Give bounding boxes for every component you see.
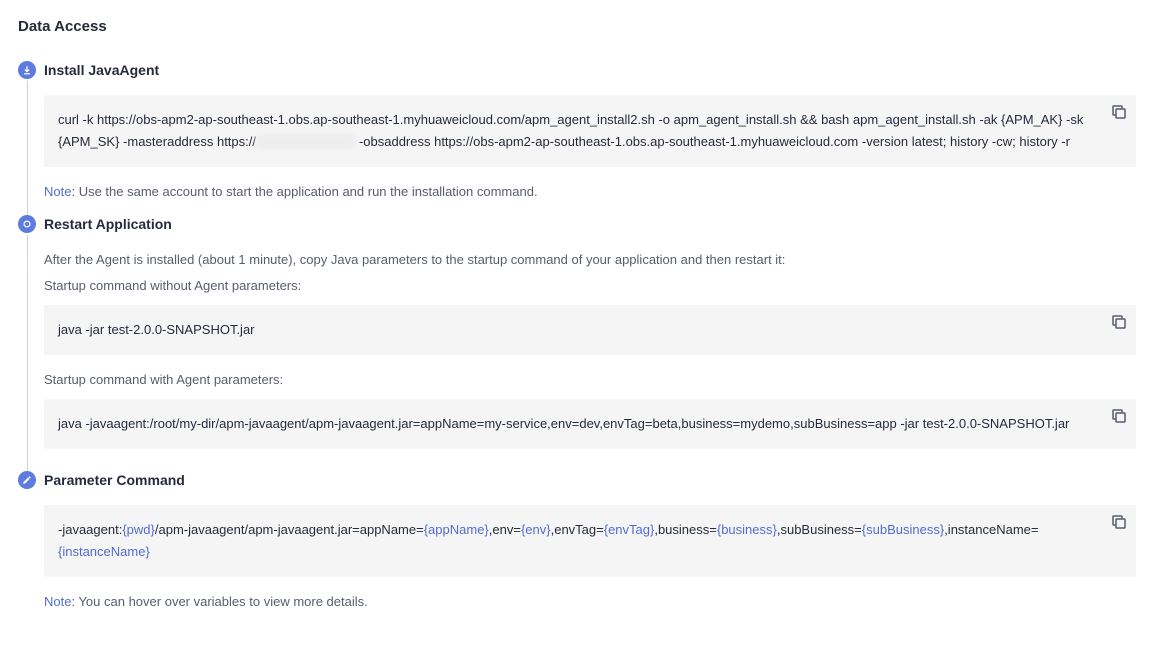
page-title: Data Access	[18, 18, 1136, 35]
parameter-variable[interactable]: {env}	[521, 522, 551, 537]
copy-icon[interactable]	[1110, 103, 1128, 121]
startup-without-block: java -jar test-2.0.0-SNAPSHOT.jar	[44, 305, 1136, 355]
step-install-javaagent: Install JavaAgent curl -k https://obs-ap…	[18, 61, 1136, 215]
parameter-variable[interactable]: {instanceName}	[58, 544, 150, 559]
note-label: Note	[44, 184, 71, 199]
install-note: Note: Use the same account to start the …	[44, 181, 1136, 203]
parameter-variable[interactable]: {appName}	[424, 522, 489, 537]
parameter-variable[interactable]: {subBusiness}	[862, 522, 944, 537]
refresh-icon	[18, 215, 36, 233]
edit-icon	[18, 471, 36, 489]
startup-without-label: Startup command without Agent parameters…	[44, 275, 1136, 297]
parameter-note: Note: You can hover over variables to vi…	[44, 591, 1136, 613]
parameter-variable[interactable]: {envTag}	[604, 522, 655, 537]
parameter-variable[interactable]: {business}	[717, 522, 777, 537]
install-command-text: curl -k https://obs-apm2-ap-southeast-1.…	[58, 112, 1083, 149]
copy-icon[interactable]	[1110, 407, 1128, 425]
restart-intro: After the Agent is installed (about 1 mi…	[44, 249, 1136, 271]
copy-icon[interactable]	[1110, 313, 1128, 331]
step-title: Restart Application	[44, 215, 1136, 233]
startup-with-label: Startup command with Agent parameters:	[44, 369, 1136, 391]
startup-without-text: java -jar test-2.0.0-SNAPSHOT.jar	[58, 322, 255, 337]
startup-with-block: java -javaagent:/root/my-dir/apm-javaage…	[44, 399, 1136, 449]
startup-with-text: java -javaagent:/root/my-dir/apm-javaage…	[58, 416, 1069, 431]
step-parameter-command: Parameter Command -javaagent:{pwd}/apm-j…	[18, 471, 1136, 625]
note-label: Note	[44, 594, 71, 609]
note-text: : You can hover over variables to view m…	[71, 594, 367, 609]
redacted-text: xxx.xxx.xxx.xxxx	[256, 134, 355, 149]
step-title: Parameter Command	[44, 471, 1136, 489]
steps-container: Install JavaAgent curl -k https://obs-ap…	[18, 61, 1136, 625]
parameter-command-text: -javaagent:{pwd}/apm-javaagent/apm-javaa…	[58, 522, 1039, 559]
download-icon	[18, 61, 36, 79]
note-text: : Use the same account to start the appl…	[71, 184, 537, 199]
parameter-command-block: -javaagent:{pwd}/apm-javaagent/apm-javaa…	[44, 505, 1136, 577]
step-restart-application: Restart Application After the Agent is i…	[18, 215, 1136, 471]
parameter-variable[interactable]: {pwd}	[122, 522, 155, 537]
step-title: Install JavaAgent	[44, 61, 1136, 79]
copy-icon[interactable]	[1110, 513, 1128, 531]
install-command-block: curl -k https://obs-apm2-ap-southeast-1.…	[44, 95, 1136, 167]
